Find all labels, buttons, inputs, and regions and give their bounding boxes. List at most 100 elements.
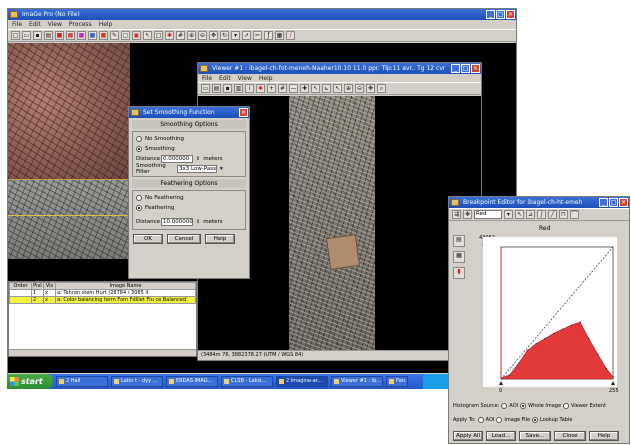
save-icon[interactable]: ▪ xyxy=(33,31,42,40)
menu-file[interactable]: File xyxy=(12,20,22,29)
layer-mosaic-icon[interactable]: ■ xyxy=(99,31,108,40)
viewer-save-icon[interactable]: ▪ xyxy=(223,84,232,93)
hist-whole-radio[interactable] xyxy=(520,403,527,409)
close-icon[interactable]: × xyxy=(506,10,515,19)
no-feathering-option[interactable]: No Feathering xyxy=(136,193,242,203)
bp-arc-icon[interactable]: ⌒ xyxy=(570,210,579,219)
main-title-bar[interactable]: ImaGe Pro (No File) _ □ × xyxy=(8,9,516,20)
apply-aoi-radio[interactable] xyxy=(477,417,484,423)
edit-icon[interactable]: ✎ xyxy=(110,31,119,40)
viewer-close-icon[interactable]: × xyxy=(471,64,480,73)
bp-scale-icon[interactable]: ⊿ xyxy=(526,210,535,219)
minimize-icon[interactable]: _ xyxy=(486,10,495,19)
bp-pointer-icon[interactable]: ↖ xyxy=(515,210,524,219)
save-button[interactable]: Save... xyxy=(519,431,551,441)
viewer-info-icon[interactable]: i xyxy=(245,84,254,93)
hist-viewer-radio[interactable] xyxy=(563,403,570,409)
menu-view[interactable]: View xyxy=(48,20,62,29)
bp-red-channel-icon[interactable]: ▮ xyxy=(453,267,465,279)
x-min-marker-icon[interactable] xyxy=(499,381,503,385)
function-icon[interactable]: ƒ xyxy=(264,31,273,40)
viewer-cross-icon[interactable]: ✚ xyxy=(300,84,309,93)
viewer-folder-icon[interactable]: ▤ xyxy=(212,84,221,93)
col-order[interactable]: Order xyxy=(9,282,32,290)
no-smoothing-option[interactable]: No Smoothing xyxy=(136,134,242,144)
taskbar-item[interactable]: Latin t - dyy ... xyxy=(111,376,163,387)
viewer-measure-icon[interactable]: ⊾ xyxy=(322,84,331,93)
dropdown-icon[interactable]: ▾ xyxy=(231,31,240,40)
taskbar-item[interactable]: CLSB - Lakis... xyxy=(221,376,273,387)
viewer-zoom-in-icon[interactable]: ⊕ xyxy=(344,84,353,93)
viewer-target-icon[interactable]: ✱ xyxy=(256,84,265,93)
ok-button[interactable]: OK xyxy=(133,234,163,244)
layer-blue-icon[interactable]: ■ xyxy=(88,31,97,40)
select-arrow-icon[interactable]: ↖ xyxy=(143,31,152,40)
table-row[interactable]: 1 x a: Tehran stem Hurt (28784 / 3085 it xyxy=(9,289,196,297)
viewer-menu-view[interactable]: View xyxy=(238,74,252,82)
load-button[interactable]: Load... xyxy=(486,431,516,441)
rotate-icon[interactable]: ↻ xyxy=(220,31,229,40)
taskbar-item[interactable]: 2 Imagine-ar... xyxy=(276,376,328,387)
viewer-pan-icon[interactable]: ✥ xyxy=(366,84,375,93)
taskbar-item[interactable]: Pan... xyxy=(386,376,408,387)
channel-dropdown-icon[interactable]: ▾ xyxy=(504,210,513,219)
viewer-select-icon[interactable]: ↖ xyxy=(333,84,342,93)
viewer-menu-help[interactable]: Help xyxy=(259,74,273,82)
smoothing-title-bar[interactable]: Set Smoothing Function × xyxy=(129,107,249,118)
new-file-icon[interactable]: □ xyxy=(11,31,20,40)
layer-magenta-icon[interactable]: ■ xyxy=(77,31,86,40)
col-vis[interactable]: Vis xyxy=(43,282,56,290)
smoothing-radio[interactable] xyxy=(136,146,142,152)
maximize-icon[interactable]: □ xyxy=(496,10,505,19)
channel-select[interactable]: Red xyxy=(474,210,502,219)
pan-icon[interactable]: ✥ xyxy=(209,31,218,40)
bp-list-icon[interactable]: ▤ xyxy=(453,235,465,247)
bp-minimize-icon[interactable]: _ xyxy=(599,198,608,207)
hist-aoi-radio[interactable] xyxy=(501,403,508,409)
help-button[interactable]: Help xyxy=(205,234,235,244)
feather-distance-field[interactable]: 10.000000 xyxy=(161,218,193,226)
viewer-menu-edit[interactable]: Edit xyxy=(219,74,231,82)
bp-cursor-icon[interactable]: ✥ xyxy=(463,210,472,219)
col-pixl[interactable]: Pixl xyxy=(31,282,44,290)
bp-close-icon[interactable]: × xyxy=(619,198,628,207)
menu-process[interactable]: Process xyxy=(69,20,92,29)
viewer-zoom-out-icon[interactable]: ⊖ xyxy=(355,84,364,93)
taskbar-item[interactable]: ERDAS IMAG... xyxy=(166,376,218,387)
scissors-icon[interactable]: ✂ xyxy=(253,31,262,40)
viewer-add-icon[interactable]: + xyxy=(267,84,276,93)
viewer-grid-icon[interactable]: # xyxy=(278,84,287,93)
breakpoint-title-bar[interactable]: Breakpoint Editor for ibagel-ch-ht-emeh … xyxy=(449,197,629,208)
taskbar-item[interactable]: Viewer #1 : ib... xyxy=(331,376,383,387)
menu-help[interactable]: Help xyxy=(99,20,113,29)
zoom-in-icon[interactable]: ⊕ xyxy=(187,31,196,40)
print-icon[interactable]: ▤ xyxy=(44,31,53,40)
brush-icon[interactable]: / xyxy=(286,31,295,40)
no-feathering-radio[interactable] xyxy=(136,195,142,201)
zoom-out-icon[interactable]: ⊖ xyxy=(198,31,207,40)
grid-icon[interactable]: # xyxy=(176,31,185,40)
stack-icon[interactable]: ▦ xyxy=(275,31,284,40)
bp-step-icon[interactable]: ⊓ xyxy=(559,210,568,219)
menu-edit[interactable]: Edit xyxy=(29,20,41,29)
viewer-pointer-icon[interactable]: ↖ xyxy=(311,84,320,93)
smoothing-close-icon[interactable]: × xyxy=(239,108,248,117)
viewer-inquire-icon[interactable]: ⌕ xyxy=(377,84,386,93)
cancel-button[interactable]: Cancel xyxy=(167,234,201,244)
feathering-radio[interactable] xyxy=(136,205,142,211)
viewer-maximize-icon[interactable]: □ xyxy=(461,64,470,73)
bp-curve-icon[interactable]: ∫ xyxy=(537,210,546,219)
distance-stepper-icon[interactable]: ⇕ xyxy=(196,156,200,162)
x-max-marker-icon[interactable] xyxy=(611,381,615,385)
viewer-menu-file[interactable]: File xyxy=(202,74,212,82)
bp-help-button[interactable]: Help xyxy=(589,431,619,441)
close-button[interactable]: Close xyxy=(554,431,586,441)
viewer-ruler-icon[interactable]: — xyxy=(289,84,298,93)
bp-channel-icon[interactable]: ⇶ xyxy=(452,210,461,219)
no-smoothing-radio[interactable] xyxy=(136,136,142,142)
viewer-title-bar[interactable]: Viewer #1 : ibagel-ch-fot-meneh-Naaher10… xyxy=(198,63,481,74)
filter-dropdown-icon[interactable]: ▾ xyxy=(220,166,223,172)
bp-table-icon[interactable]: ▦ xyxy=(453,251,465,263)
arrow-tool-icon[interactable]: ➚ xyxy=(242,31,251,40)
layer-red-icon[interactable]: ■ xyxy=(55,31,64,40)
